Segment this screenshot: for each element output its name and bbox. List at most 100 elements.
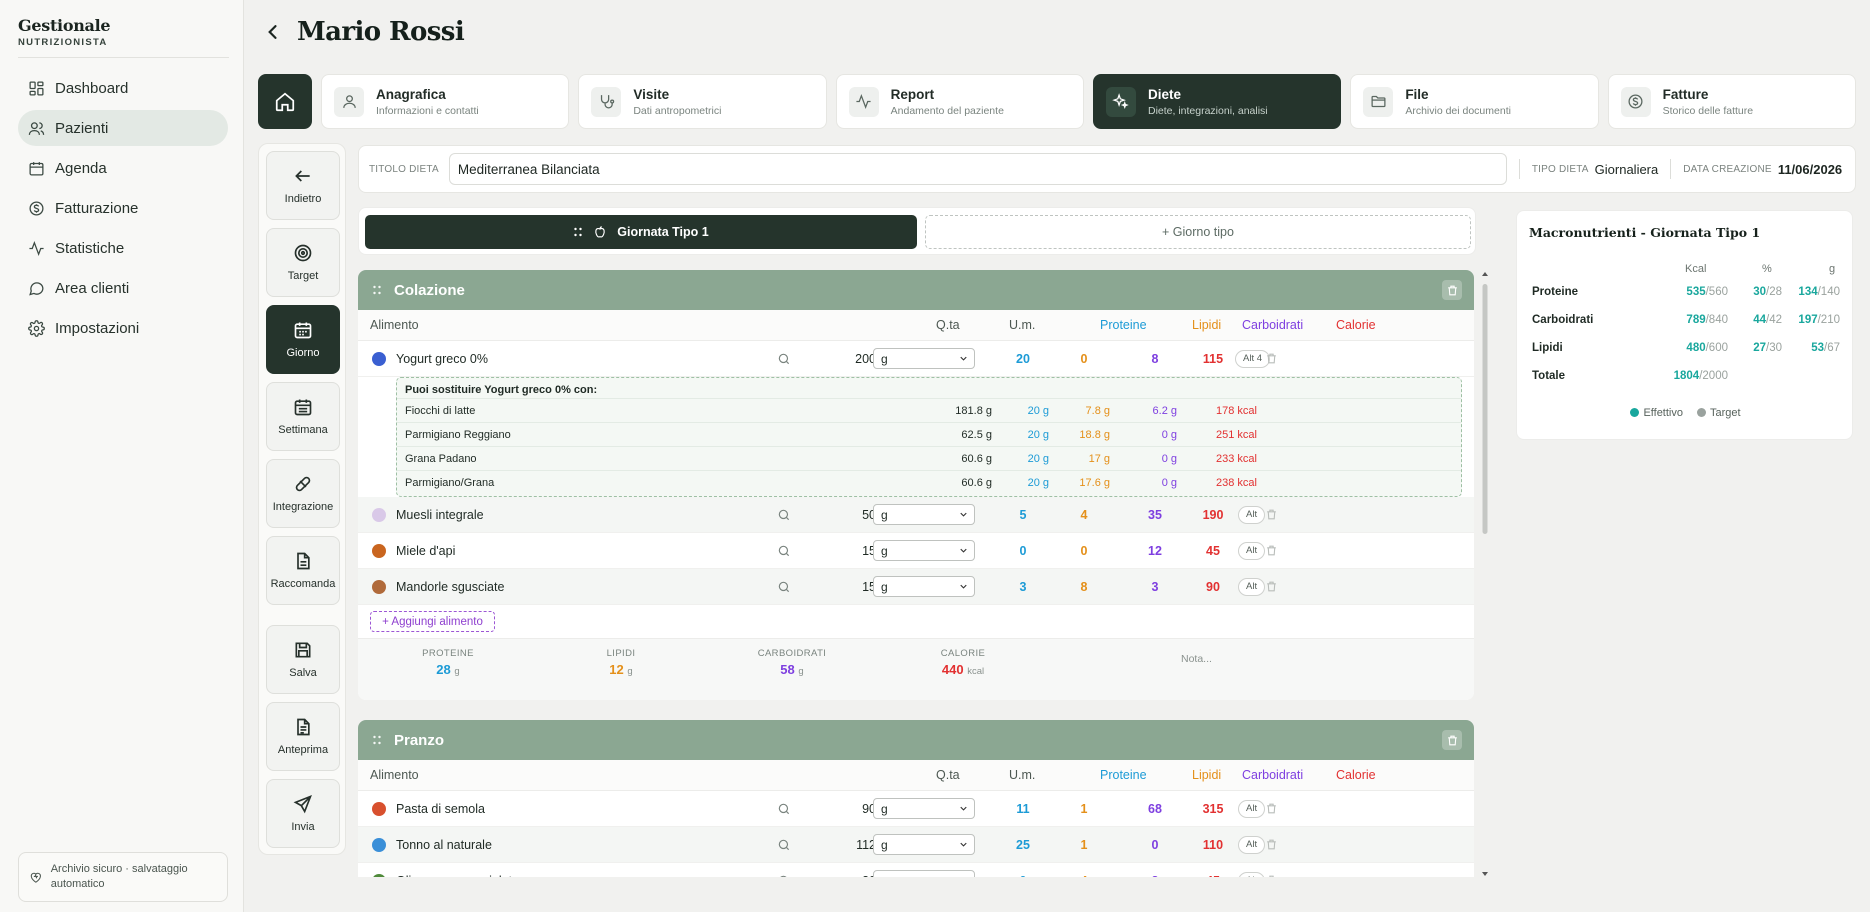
trash-icon[interactable] [1265,533,1278,568]
search-food-icon[interactable] [777,497,791,532]
rail-giorno-button[interactable]: Giorno [266,305,340,374]
rail-anteprima-button[interactable]: Anteprima [266,702,340,771]
search-food-icon[interactable] [777,791,791,826]
unit-select[interactable]: g [873,870,975,877]
search-food-icon[interactable] [777,827,791,862]
quantity-input[interactable]: 15 [813,569,876,604]
trash-icon[interactable] [1265,497,1278,532]
substitute-row[interactable]: Grana Padano 60.6 g 20 g 17 g 0 g 233 kcal [397,446,1461,470]
tab-fatture[interactable]: Fatture Storico delle fatture [1607,74,1856,129]
trash-icon[interactable] [1265,791,1278,826]
tab-report[interactable]: Report Andamento del paziente [835,74,1084,129]
food-name[interactable]: Yogurt greco 0% [396,341,488,376]
rail-salva-button[interactable]: Salva [266,625,340,694]
quantity-input[interactable]: 90 [813,791,876,826]
col-carb: Carboidrati [1242,318,1304,332]
substitute-row[interactable]: Fiocchi di latte 181.8 g 20 g 7.8 g 6.2 g 178… [397,398,1461,422]
nav-item-fatturazione[interactable]: Fatturazione [18,190,228,226]
rail-settimana-button[interactable]: Settimana [266,382,340,451]
trash-icon[interactable] [1265,863,1278,877]
substitute-row[interactable]: Parmigiano/Grana 60.6 g 20 g 17.6 g 0 g 238 k… [397,470,1461,494]
rail-integrazione-button[interactable]: Integrazione [266,459,340,528]
search-food-icon[interactable] [777,863,791,877]
rail-invia-button[interactable]: Invia [266,779,340,848]
substitute-calories: 178 kcal [1216,404,1257,417]
nav-item-pazienti[interactable]: Pazienti [18,110,228,146]
drag-handle-icon[interactable] [372,284,382,296]
diet-type-value[interactable]: Giornaliera [1595,162,1659,177]
tab-file[interactable]: File Archivio dei documenti [1350,74,1599,129]
rail-raccomanda-button[interactable]: Raccomanda [266,536,340,605]
scrollbar[interactable] [1480,270,1490,880]
delete-meal-button[interactable] [1442,280,1462,300]
alternatives-button[interactable]: Alt [1238,871,1266,877]
food-name[interactable]: Tonno al naturale [396,827,492,862]
substitutes-box: Puoi sostituire Yogurt greco 0% con: Fio… [396,377,1462,497]
substitute-qty: 60.6 g [961,452,992,465]
nav-item-area-clienti[interactable]: Area clienti [18,270,228,306]
unit-select[interactable]: g [873,348,975,369]
macro-col-pct: % [1762,263,1772,275]
tab-visite[interactable]: Visite Dati antropometrici [578,74,827,129]
quantity-input[interactable]: 200 [813,341,876,376]
trash-icon[interactable] [1265,569,1278,604]
unit-select[interactable]: g [873,798,975,819]
rail-target-button[interactable]: Target [266,228,340,297]
diet-title-input[interactable]: Mediterranea Bilanciata [448,153,1507,185]
total-label: PROTEINE [422,648,474,659]
quantity-input[interactable]: 50 [813,497,876,532]
food-row: Olive nere snocciolate 30 g 0 4 2 45 Alt [358,863,1474,877]
rail-indietro-button[interactable]: Indietro [266,151,340,220]
home-button[interactable] [258,74,312,129]
col-qty: Q.ta [936,768,960,782]
unit-select[interactable]: g [873,576,975,597]
add-day-button[interactable]: + Giorno tipo [925,215,1471,249]
tab-anagrafica[interactable]: Anagrafica Informazioni e contatti [321,74,570,129]
meal-note-textarea[interactable]: Nota... [1181,645,1451,695]
tab-diete[interactable]: Diete Diete, integrazioni, analisi [1092,74,1342,129]
food-name[interactable]: Olive nere snocciolate [396,863,519,878]
brand-logo[interactable]: Gestionale NUTRIZIONISTA [18,16,111,48]
unit-select[interactable]: g [873,834,975,855]
food-name[interactable]: Miele d'api [396,533,455,568]
diet-date-label: DATA CREAZIONE [1683,163,1772,175]
search-food-icon[interactable] [777,341,791,376]
nav-item-impostazioni[interactable]: Impostazioni [18,310,228,346]
trash-icon[interactable] [1265,827,1278,862]
alternatives-button[interactable]: Alt [1238,541,1266,560]
food-name[interactable]: Muesli integrale [396,497,484,532]
macro-row: Totale 1804/2000 [1517,363,1854,391]
search-food-icon[interactable] [777,533,791,568]
total-value: 58 g [780,662,804,677]
delete-meal-button[interactable] [1442,730,1462,750]
trash-icon[interactable] [1265,341,1278,376]
quantity-input[interactable]: 112 [813,827,876,862]
food-name[interactable]: Mandorle sgusciate [396,569,504,604]
food-name[interactable]: Pasta di semola [396,791,485,826]
col-fat: Lipidi [1192,768,1222,782]
day-tab-active[interactable]: Giornata Tipo 1 [365,215,917,249]
activity-icon [29,240,44,256]
substitute-row[interactable]: Parmigiano Reggiano 62.5 g 20 g 18.8 g 0 g 25… [397,422,1461,446]
drag-handle-icon[interactable] [573,226,583,238]
alternatives-button[interactable]: Alt [1238,799,1266,818]
legend-dot [1630,408,1640,417]
back-chevron-icon[interactable] [263,22,283,42]
alternatives-button[interactable]: Alt [1238,835,1266,854]
coin-icon [1620,86,1651,117]
drag-handle-icon[interactable] [372,734,382,746]
unit-select[interactable]: g [873,540,975,561]
nav-item-statistiche[interactable]: Statistiche [18,230,228,266]
quantity-input[interactable]: 15 [813,533,876,568]
calendar-icon [29,161,44,176]
search-food-icon[interactable] [777,569,791,604]
quantity-input[interactable]: 30 [813,863,876,878]
food-emoji-icon [372,838,386,852]
unit-select[interactable]: g [873,504,975,525]
meal-title: Pranzo [394,731,445,749]
nav-item-agenda[interactable]: Agenda [18,150,228,186]
alternatives-button[interactable]: Alt [1238,577,1266,596]
add-food-button[interactable]: + Aggiungi alimento [370,611,495,632]
alternatives-button[interactable]: Alt [1238,505,1266,524]
nav-item-dashboard[interactable]: Dashboard [18,70,228,106]
